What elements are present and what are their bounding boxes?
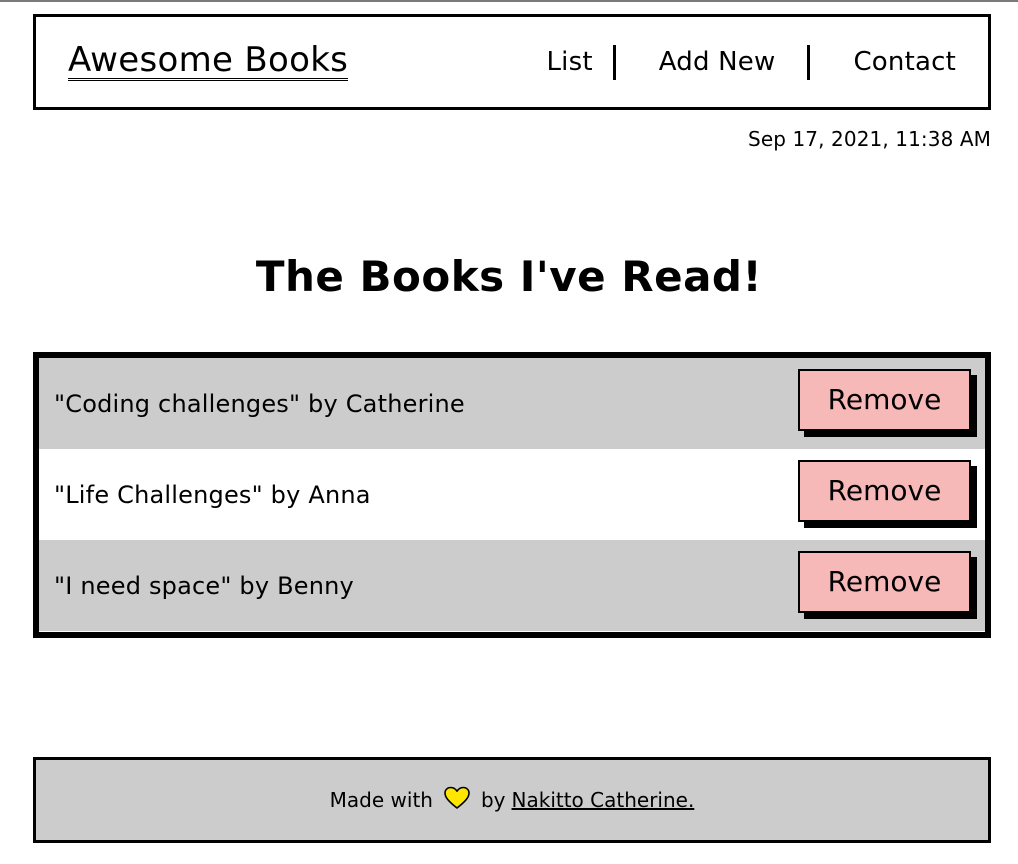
book-entry-text: "Coding challenges" by Catherine bbox=[54, 389, 465, 418]
nav-divider bbox=[807, 44, 811, 80]
book-entry-text: "Life Challenges" by Anna bbox=[54, 480, 371, 509]
book-row: "Life Challenges" by Anna Remove bbox=[39, 449, 985, 540]
book-row: "I need space" by Benny Remove bbox=[39, 540, 985, 631]
book-list: "Coding challenges" by Catherine Remove … bbox=[33, 352, 991, 638]
current-datetime: Sep 17, 2021, 11:38 AM bbox=[748, 127, 991, 151]
remove-button[interactable]: Remove bbox=[798, 459, 971, 522]
nav-contact-link[interactable]: Contact bbox=[853, 47, 956, 77]
site-footer: Made with by Nakitto Catherine. bbox=[33, 757, 991, 843]
site-header: Awesome Books List Add New Contact bbox=[33, 14, 991, 110]
book-entry-text: "I need space" by Benny bbox=[54, 571, 354, 600]
author-link[interactable]: Nakitto Catherine. bbox=[512, 788, 695, 812]
nav-divider bbox=[612, 44, 616, 80]
nav-add-new-link[interactable]: Add New bbox=[659, 47, 776, 77]
nav-list-link[interactable]: List bbox=[546, 47, 592, 77]
page-title: The Books I've Read! bbox=[255, 252, 763, 301]
brand-logo-link[interactable]: Awesome Books bbox=[68, 43, 349, 81]
book-row: "Coding challenges" by Catherine Remove bbox=[39, 358, 985, 449]
remove-button[interactable]: Remove bbox=[798, 368, 971, 431]
main-nav: List Add New Contact bbox=[546, 17, 956, 107]
heart-icon bbox=[443, 786, 471, 815]
top-rule bbox=[0, 0, 1018, 2]
footer-made-with-text: Made with bbox=[329, 788, 433, 812]
footer-by-text: by bbox=[480, 788, 506, 812]
remove-button[interactable]: Remove bbox=[798, 550, 971, 613]
